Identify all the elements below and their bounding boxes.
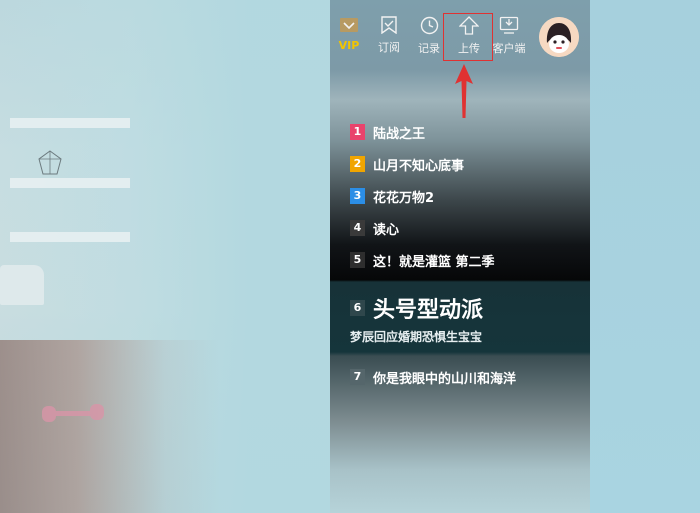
featured-item[interactable]: 6 头号型动派 [350, 292, 483, 324]
client-label: 客户端 [492, 42, 526, 55]
ranking-item[interactable]: 7 你是我眼中的山川和海洋 [350, 367, 516, 387]
avatar-icon [539, 17, 579, 57]
lamp-decor [0, 265, 44, 305]
rank-title: 这！就是灌篮 第二季 [373, 254, 495, 270]
ranking-item[interactable]: 4 读心 [350, 218, 399, 238]
rank-title: 山月不知心底事 [373, 158, 465, 174]
rank-badge: 3 [350, 188, 365, 204]
ranking-item[interactable]: 1 陆战之王 [350, 122, 425, 142]
subscribe-label: 订阅 [378, 41, 400, 54]
shelf [10, 232, 130, 242]
shelf [10, 118, 130, 128]
dumbbell-decor [42, 404, 104, 422]
rank-badge: 6 [350, 300, 365, 316]
rank-title: 陆战之王 [373, 126, 426, 142]
background-room-scene [0, 0, 330, 513]
floor-decor [0, 340, 220, 513]
rank-badge: 4 [350, 220, 365, 236]
vip-crown-icon [340, 18, 358, 32]
geometric-decor [38, 150, 62, 175]
shelf [10, 178, 130, 188]
ranking-item[interactable]: 3 花花万物2 [350, 186, 434, 206]
rank-title: 花花万物2 [373, 190, 435, 206]
subscribe-icon [381, 16, 397, 34]
ranking-item[interactable]: 2 山月不知心底事 [350, 154, 464, 174]
client-download-button[interactable]: 客户端 [489, 16, 529, 62]
subscribe-button[interactable]: 订阅 [369, 16, 409, 62]
clock-icon [420, 16, 438, 35]
featured-title: 头号型动派 [373, 298, 484, 323]
download-client-icon [499, 16, 519, 34]
rank-badge: 7 [350, 369, 365, 385]
rank-badge: 5 [350, 252, 365, 268]
rank-badge: 2 [350, 156, 365, 172]
rank-badge: 1 [350, 124, 365, 140]
vip-label: VIP [338, 39, 360, 52]
upload-highlight-box [443, 13, 493, 61]
red-arrow-icon [455, 64, 473, 118]
ranking-item[interactable]: 5 这！就是灌篮 第二季 [350, 250, 495, 270]
featured-subtitle[interactable]: 梦辰回应婚期恐惧生宝宝 [350, 328, 482, 345]
user-avatar[interactable] [539, 17, 579, 57]
vip-button[interactable]: VIP [329, 16, 369, 62]
background-right [590, 0, 700, 513]
rank-title: 你是我眼中的山川和海洋 [373, 371, 517, 387]
rank-title: 读心 [373, 222, 400, 238]
